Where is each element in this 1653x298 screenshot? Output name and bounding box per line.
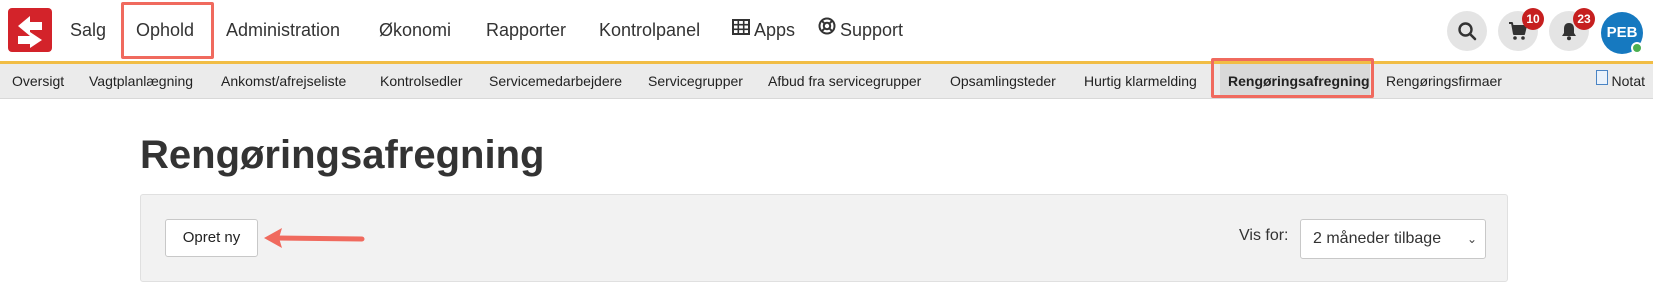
nav-apps-label: Apps — [754, 20, 796, 40]
online-status-indicator — [1631, 42, 1643, 54]
top-navigation: Salg Ophold Administration Økonomi Rappo… — [0, 0, 1653, 61]
subnav-kontrolsedler[interactable]: Kontrolsedler — [380, 64, 463, 99]
page-title: Rengøringsafregning — [140, 133, 545, 177]
nav-administration[interactable]: Administration — [226, 0, 340, 61]
nav-salg[interactable]: Salg — [70, 0, 106, 61]
subnav-vagtplanlaegning[interactable]: Vagtplanlægning — [89, 64, 193, 99]
notifications-button[interactable]: 23 — [1549, 8, 1595, 51]
nav-support-label: Support — [840, 20, 904, 40]
subnav-hurtig-klarmelding[interactable]: Hurtig klarmelding — [1084, 64, 1197, 99]
chevron-down-icon: ⌄ — [1466, 232, 1477, 246]
nav-rapporter[interactable]: Rapporter — [486, 0, 566, 61]
sub-navigation: Oversigt Vagtplanlægning Ankomst/afrejse… — [0, 58, 1653, 99]
create-new-button[interactable]: Opret ny — [165, 219, 258, 257]
notification-count-badge: 23 — [1573, 8, 1595, 30]
subnav-opsamlingsteder[interactable]: Opsamlingsteder — [950, 64, 1056, 99]
search-button[interactable] — [1447, 11, 1487, 51]
document-icon — [1595, 69, 1608, 85]
search-icon — [1458, 22, 1477, 41]
vis-for-label: Vis for: — [1239, 227, 1289, 244]
lifebuoy-icon — [818, 0, 836, 60]
subnav-servicegrupper[interactable]: Servicegrupper — [648, 64, 743, 99]
cart-button[interactable]: 10 — [1498, 8, 1544, 51]
pointer-arrow — [264, 228, 365, 248]
subnav-servicemedarbejdere[interactable]: Servicemedarbejdere — [489, 64, 622, 99]
subnav-ankomst-afrejseliste[interactable]: Ankomst/afrejseliste — [221, 64, 346, 99]
nav-ophold[interactable]: Ophold — [136, 0, 194, 61]
notat-link[interactable]: Notat — [1595, 64, 1645, 99]
nav-apps[interactable]: Apps — [732, 0, 795, 61]
subnav-oversigt[interactable]: Oversigt — [12, 64, 64, 99]
nav-okonomi[interactable]: Økonomi — [379, 0, 451, 61]
period-select-value: 2 måneder tilbage — [1313, 230, 1442, 247]
cart-count-badge: 10 — [1522, 8, 1544, 30]
app-logo[interactable] — [8, 8, 52, 52]
subnav-afbud-fra-servicegrupper[interactable]: Afbud fra servicegrupper — [768, 64, 921, 99]
notat-label: Notat — [1611, 73, 1645, 89]
subnav-rengoringsfirmaer[interactable]: Rengøringsfirmaer — [1386, 64, 1502, 99]
nav-support[interactable]: Support — [818, 0, 903, 61]
subnav-rengoringsafregning[interactable]: Rengøringsafregning — [1220, 64, 1370, 99]
nav-kontrolpanel[interactable]: Kontrolpanel — [599, 0, 700, 61]
period-select[interactable]: 2 måneder tilbage ⌄ — [1300, 219, 1486, 259]
grid-icon — [732, 0, 750, 60]
